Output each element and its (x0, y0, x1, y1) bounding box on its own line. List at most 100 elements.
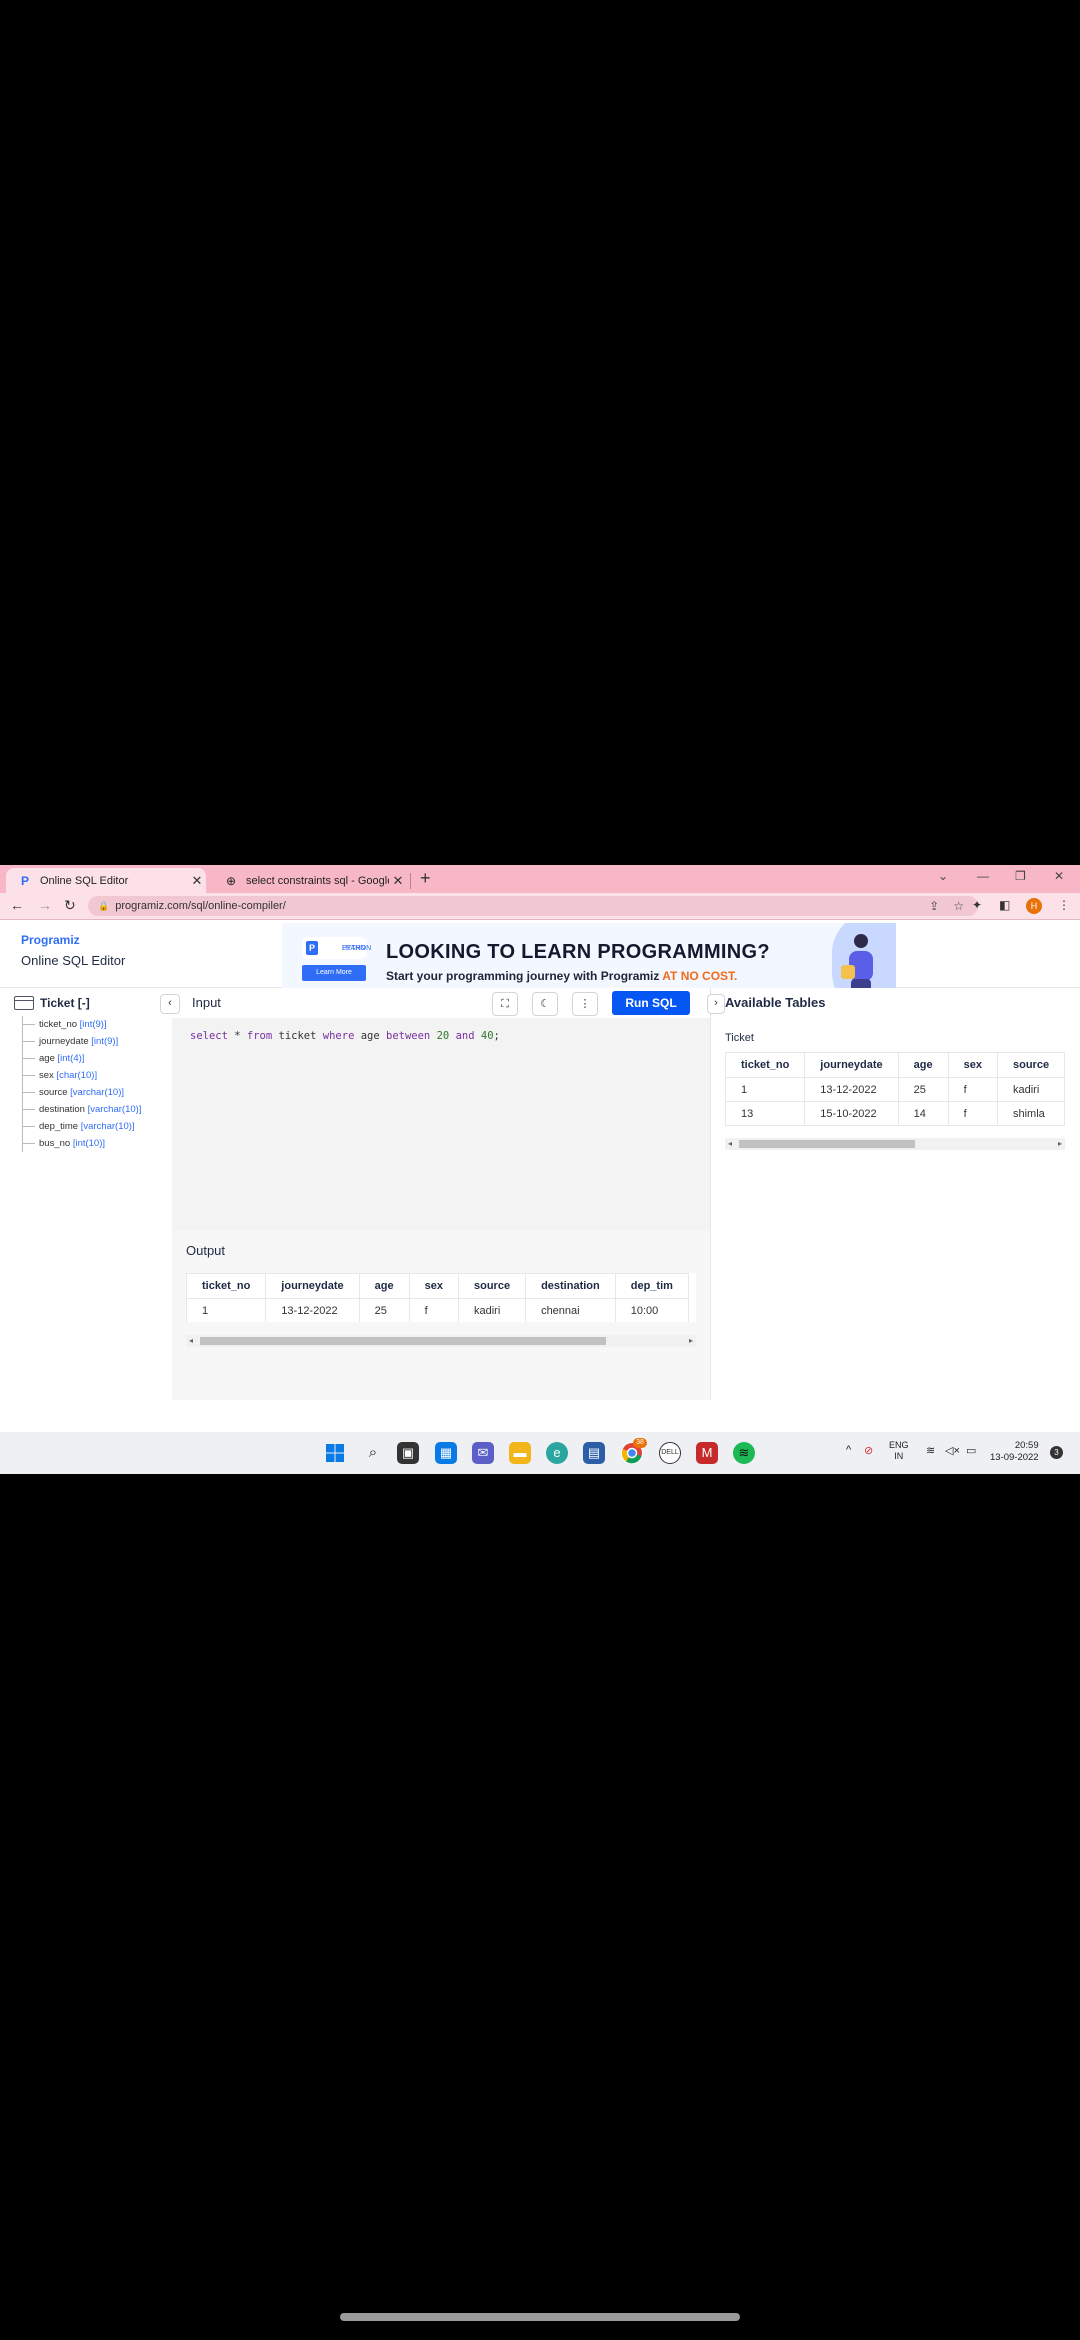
code-number: 20 (436, 1030, 450, 1042)
notification-count-badge[interactable]: 3 (1050, 1446, 1063, 1459)
collapse-panel-chevron-right-icon[interactable]: › (707, 994, 725, 1014)
schema-column-list: ticket_no [int(9)] journeydate [int(9)] … (22, 1016, 141, 1152)
column-type: [varchar(10)] (87, 1104, 142, 1115)
column-header: journeydate (804, 1052, 899, 1078)
show-hidden-icons-chevron-up-icon[interactable]: ^ (846, 1444, 851, 1456)
table-cell: sehrah (996, 1125, 1066, 1126)
new-tab-button[interactable]: + (420, 868, 431, 889)
task-view-icon[interactable]: ▣ (397, 1442, 419, 1464)
url-text: programiz.com/sql/online-compiler/ (115, 900, 286, 912)
column-header: age (897, 1052, 949, 1078)
bookmark-star-icon[interactable]: ☆ (953, 899, 964, 913)
schema-table-toggle[interactable]: Ticket [-] (14, 996, 90, 1010)
teams-chat-icon[interactable]: ✉ (472, 1442, 494, 1464)
column-header: journeydate (265, 1273, 360, 1299)
schema-column: sex [char(10)] (23, 1067, 141, 1084)
share-icon[interactable]: ⇪ (929, 899, 939, 913)
programiz-logo[interactable]: Programiz (21, 933, 80, 947)
restore-icon[interactable]: ❐ (1015, 869, 1026, 883)
scroll-right-arrow-icon[interactable]: ▸ (1058, 1138, 1062, 1150)
output-panel: Output ticket_no journeydate age sex sou… (172, 1231, 710, 1400)
column-type: [int(10)] (72, 1138, 106, 1149)
security-alert-icon[interactable]: ⊘ (864, 1444, 873, 1457)
schema-column: source [varchar(10)] (23, 1084, 141, 1101)
available-horizontal-scrollbar[interactable]: ◂ ▸ (725, 1138, 1065, 1150)
column-type: [int(9)] (79, 1019, 107, 1030)
table-cell: 14 (897, 1101, 949, 1126)
system-clock[interactable]: 20:59 13-09-2022 (990, 1440, 1039, 1464)
table-cell: 25 (897, 1077, 949, 1102)
schema-table-title: Ticket [-] (40, 996, 90, 1010)
output-table: ticket_no journeydate age sex source des… (186, 1273, 689, 1322)
forward-arrow-icon[interactable]: → (38, 897, 52, 913)
volume-muted-icon[interactable]: ◁× (945, 1444, 960, 1457)
dell-icon[interactable]: DELL (659, 1442, 681, 1464)
sql-code-editor[interactable]: select * from ticket where age between 2… (172, 1018, 710, 1231)
ad-learn-more-button[interactable]: Learn More (302, 965, 366, 981)
reload-icon[interactable]: ↻ (64, 897, 76, 914)
dark-mode-moon-icon[interactable]: ☾ (532, 992, 558, 1016)
scroll-left-arrow-icon[interactable]: ◂ (728, 1138, 732, 1150)
profile-avatar[interactable]: H (1026, 898, 1042, 914)
scrollbar-thumb[interactable] (739, 1140, 915, 1148)
collapse-sidebar-chevron-left-icon[interactable]: ‹ (160, 994, 180, 1014)
close-tab-icon[interactable]: ✕ (188, 873, 206, 889)
battery-icon[interactable]: ▭ (966, 1444, 976, 1457)
table-cell: f (947, 1101, 998, 1126)
language-indicator[interactable]: ENG IN (889, 1440, 909, 1462)
ad-logo: P LEARN PYTHON (302, 937, 371, 959)
ad-subline: Start your programming journey with Prog… (386, 969, 737, 983)
extensions-puzzle-icon[interactable]: ✦ (972, 898, 982, 912)
table-header-row: ticket_no journeydate age sex source des… (186, 1273, 689, 1299)
more-options-icon[interactable]: ⋮ (572, 992, 598, 1016)
code-keyword: and (455, 1030, 475, 1042)
microsoft-store-icon[interactable]: ▤ (583, 1442, 605, 1464)
back-arrow-icon[interactable]: ← (10, 897, 24, 913)
scroll-right-arrow-icon[interactable]: ▸ (689, 1335, 693, 1347)
tab-google-search[interactable]: ⊕ select constraints sql - Google Se ✕ (212, 868, 407, 893)
globe-icon: ⊕ (225, 873, 237, 888)
table-cell: kadiri (457, 1298, 527, 1322)
column-type: [int(4)] (57, 1053, 85, 1064)
table-row: 1 13-12-2022 25 f kadiri chennai 10:00 (186, 1298, 689, 1322)
wifi-icon[interactable]: ≋ (926, 1444, 935, 1457)
code-token: age (354, 1030, 386, 1042)
table-cell: 13-12-2022 (265, 1298, 360, 1322)
lock-icon: 🔒 (98, 900, 110, 911)
schema-column: bus_no [int(10)] (23, 1135, 141, 1152)
windows-start-icon[interactable] (324, 1442, 346, 1464)
edge-browser-icon[interactable]: e (546, 1442, 568, 1464)
close-window-icon[interactable]: ✕ (1054, 869, 1064, 883)
mcafee-shield-icon[interactable]: M (696, 1442, 718, 1464)
table-cell: f (947, 1077, 998, 1102)
output-label: Output (186, 1243, 226, 1258)
minimize-icon[interactable]: — (977, 869, 989, 883)
available-table-wrapper: ticket_no journeydate age sex source 1 1… (725, 1052, 1080, 1126)
available-tables-title: Available Tables (725, 995, 826, 1010)
scrollbar-thumb[interactable] (200, 1337, 606, 1345)
input-label: Input (192, 995, 221, 1010)
android-home-indicator[interactable] (340, 2313, 740, 2321)
run-sql-button[interactable]: Run SQL (612, 991, 690, 1015)
search-icon[interactable]: ⌕ (362, 1442, 384, 1464)
tab-title: select constraints sql - Google Se (246, 874, 389, 887)
chrome-notification-badge: 38 (633, 1438, 647, 1448)
fullscreen-icon[interactable]: ⛶ (492, 992, 518, 1016)
output-horizontal-scrollbar[interactable]: ◂ ▸ (186, 1335, 696, 1347)
scroll-left-arrow-icon[interactable]: ◂ (189, 1335, 193, 1347)
browser-menu-icon[interactable]: ⋮ (1058, 898, 1070, 912)
programiz-favicon-icon: P (20, 873, 29, 888)
file-explorer-icon[interactable]: ▬ (509, 1442, 531, 1464)
schema-column: destination [varchar(10)] (23, 1101, 141, 1118)
tab-title: Online SQL Editor (40, 874, 129, 887)
widgets-icon[interactable]: ▦ (435, 1442, 457, 1464)
column-header: source (996, 1052, 1066, 1078)
spotify-icon[interactable]: ≋ (733, 1442, 755, 1464)
ad-highlight: AT NO COST. (662, 969, 738, 983)
tab-search-icon[interactable]: ⌄ (938, 869, 948, 883)
close-tab-icon[interactable]: ✕ (389, 873, 407, 889)
column-name: sex (39, 1070, 54, 1081)
url-bar[interactable]: 🔒 programiz.com/sql/online-compiler/ ⇪ ☆ (88, 896, 978, 916)
tab-online-sql-editor[interactable]: P Online SQL Editor ✕ (6, 868, 206, 893)
side-panel-icon[interactable]: ◧ (999, 898, 1010, 912)
